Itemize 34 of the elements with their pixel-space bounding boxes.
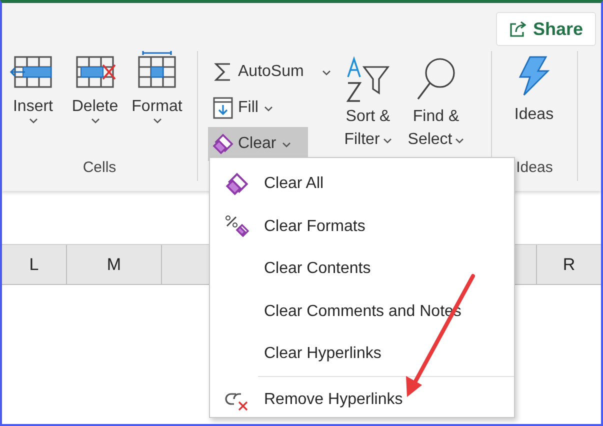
ideas-button[interactable]: Ideas <box>492 51 576 159</box>
chevron-icon <box>382 138 392 144</box>
share-icon <box>508 20 527 38</box>
menu-item[interactable]: Clear All <box>264 175 324 194</box>
ribbon-button[interactable]: Fill <box>208 91 278 125</box>
clear-formats-icon <box>224 214 250 240</box>
chevron-icon <box>282 142 292 148</box>
menu-item[interactable]: Remove Hyperlinks <box>264 390 403 408</box>
column-header[interactable]: M <box>67 245 162 284</box>
ribbon-button[interactable]: AutoSum <box>208 55 335 89</box>
menu-item[interactable]: Clear Contents <box>264 260 371 278</box>
ribbon-button[interactable]: Sort & Filter <box>334 51 402 181</box>
eraser-icon <box>225 172 249 196</box>
ribbon-button[interactable]: Delete <box>64 51 126 159</box>
chevron-icon <box>322 70 331 76</box>
lightning-icon <box>516 55 552 97</box>
menu-item[interactable]: Clear Hyperlinks <box>264 345 382 364</box>
ribbon-button[interactable]: Insert <box>2 51 64 159</box>
fill-down-icon <box>212 96 234 120</box>
column-header[interactable]: L <box>2 245 67 284</box>
ribbon-button[interactable]: Format <box>126 51 188 159</box>
group-label: Ideas <box>515 159 554 178</box>
group-label: Cells <box>82 159 118 178</box>
share-button[interactable]: Share <box>496 12 596 46</box>
chevron-icon <box>455 138 464 144</box>
chevron-icon <box>28 118 38 124</box>
eraser-icon <box>212 133 234 155</box>
menu-item[interactable]: Clear Formats <box>264 218 366 236</box>
chevron-icon <box>264 106 274 112</box>
chevron-icon <box>152 118 162 124</box>
ribbon-button[interactable]: Find & Select <box>402 51 470 181</box>
column-header[interactable]: R <box>537 245 601 284</box>
sort-filter-icon <box>344 55 392 105</box>
chevron-icon <box>90 118 100 124</box>
